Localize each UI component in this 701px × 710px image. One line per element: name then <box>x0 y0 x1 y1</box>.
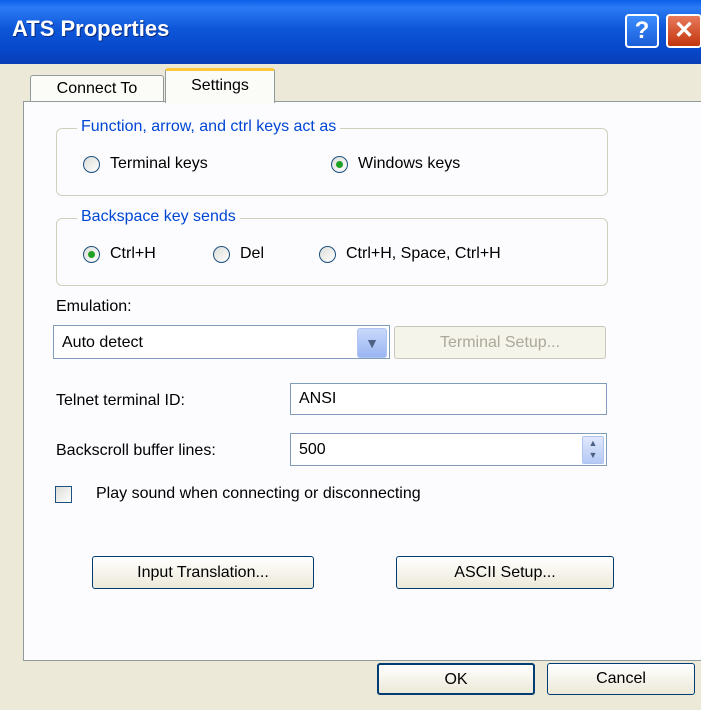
radio-button[interactable] <box>213 245 230 263</box>
radio-label: Ctrl+H, Space, Ctrl+H <box>346 245 501 262</box>
ascii-setup-button[interactable]: ASCII Setup... <box>396 556 614 589</box>
radio-ctrl-h[interactable]: Ctrl+H <box>83 245 156 263</box>
button-label: Terminal Setup... <box>439 334 561 351</box>
radio-ctrl-h-space[interactable]: Ctrl+H, Space, Ctrl+H <box>319 245 501 263</box>
window-title: ATS Properties <box>12 16 170 41</box>
close-button[interactable]: ✕ <box>666 14 701 48</box>
tab-connect-to[interactable]: Connect To <box>30 75 164 102</box>
play-sound-label: Play sound when connecting or disconnect… <box>96 485 421 502</box>
play-sound-checkbox[interactable] <box>55 486 72 503</box>
radio-button[interactable] <box>83 155 100 173</box>
radio-windows-keys[interactable]: Windows keys <box>331 155 460 173</box>
button-label: Input Translation... <box>137 564 269 581</box>
help-button[interactable]: ? <box>625 14 659 48</box>
emulation-value: Auto detect <box>62 334 143 351</box>
button-label: Cancel <box>596 670 646 687</box>
button-label: ASCII Setup... <box>454 564 556 581</box>
radio-label: Terminal keys <box>110 155 208 172</box>
input-translation-button[interactable]: Input Translation... <box>92 556 314 589</box>
radio-label: Del <box>240 245 265 262</box>
emulation-select[interactable]: Auto detect ▼ <box>53 325 390 359</box>
radio-button[interactable] <box>83 245 100 263</box>
backscroll-value: 500 <box>299 441 326 458</box>
cancel-button[interactable]: Cancel <box>547 663 695 695</box>
group-label: Backspace key sends <box>77 208 240 226</box>
spin-button[interactable]: ▲ ▼ <box>582 436 604 464</box>
title-bar[interactable]: ATS Properties ? ✕ <box>0 0 701 64</box>
function-keys-group: Function, arrow, and ctrl keys act as Te… <box>56 118 608 196</box>
radio-del[interactable]: Del <box>213 245 264 263</box>
chevron-down-icon[interactable]: ▼ <box>357 328 387 358</box>
tab-settings[interactable]: Settings <box>165 68 275 103</box>
spin-down-icon[interactable]: ▼ <box>583 449 603 461</box>
radio-button[interactable] <box>319 245 336 263</box>
ok-button[interactable]: OK <box>377 663 535 695</box>
backspace-group: Backspace key sends Ctrl+H Del Ctrl+H, S… <box>56 208 608 286</box>
telnet-id-field[interactable]: ANSI <box>290 383 607 415</box>
spin-up-icon[interactable]: ▲ <box>583 437 603 449</box>
radio-terminal-keys[interactable]: Terminal keys <box>83 155 208 173</box>
terminal-setup-button[interactable]: Terminal Setup... <box>394 326 606 359</box>
emulation-label: Emulation: <box>56 298 132 315</box>
backscroll-label: Backscroll buffer lines: <box>56 442 216 459</box>
backscroll-field[interactable]: 500 ▲ ▼ <box>290 433 607 466</box>
tab-label: Settings <box>191 77 249 94</box>
group-label: Function, arrow, and ctrl keys act as <box>77 118 341 136</box>
radio-label: Windows keys <box>358 155 461 172</box>
radio-button[interactable] <box>331 155 348 173</box>
close-icon: ✕ <box>673 17 695 44</box>
button-label: OK <box>444 671 468 688</box>
radio-label: Ctrl+H <box>110 245 156 262</box>
tab-label: Connect To <box>56 80 138 97</box>
question-mark-icon: ? <box>634 17 650 44</box>
settings-panel: Function, arrow, and ctrl keys act as Te… <box>23 101 701 661</box>
telnet-id-value: ANSI <box>299 390 337 407</box>
telnet-id-label: Telnet terminal ID: <box>56 392 185 409</box>
